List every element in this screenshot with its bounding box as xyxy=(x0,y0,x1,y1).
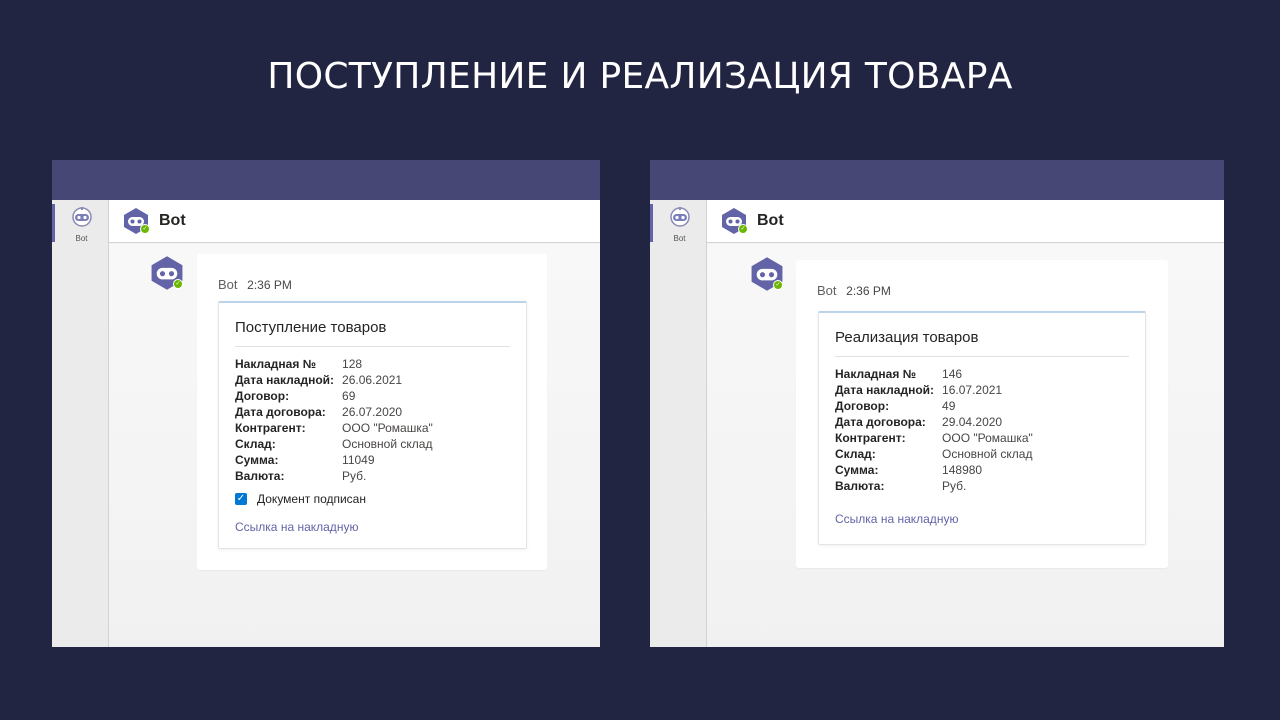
fact-value: 26.07.2020 xyxy=(342,405,403,419)
checkmark-icon[interactable]: ✓ xyxy=(235,493,247,505)
message-sender: Bot xyxy=(817,283,837,298)
fact-row: Договор: 49 xyxy=(835,398,1033,414)
signed-checkbox-row[interactable]: ✓ Документ подписан xyxy=(235,492,366,506)
fact-value: Руб. xyxy=(342,469,367,483)
chat-header: ✓ Bot xyxy=(109,200,600,243)
fact-row: Склад: Основной склад xyxy=(835,446,1033,462)
available-status-icon: ✓ xyxy=(140,224,150,234)
message-sender: Bot xyxy=(218,277,238,292)
fact-key: Сумма: xyxy=(835,463,879,477)
fact-value: Основной склад xyxy=(342,437,433,451)
fact-key: Склад: xyxy=(835,447,876,461)
fact-value: 146 xyxy=(942,367,963,381)
card-divider xyxy=(235,346,510,347)
rail-item-bot[interactable]: Bot xyxy=(653,206,706,243)
fact-key: Накладная № xyxy=(835,367,917,381)
fact-key: Контрагент: xyxy=(235,421,306,435)
card-divider xyxy=(835,356,1129,357)
message-avatar[interactable]: ✓ xyxy=(148,255,188,293)
app-rail: Bot xyxy=(52,200,109,647)
fact-row: Валюта: Руб. xyxy=(835,478,1033,494)
fact-set: Накладная № 128 Дата накладной: 26.06.2021… xyxy=(235,356,433,484)
fact-value: 128 xyxy=(342,357,363,371)
available-status-icon: ✓ xyxy=(773,280,783,290)
fact-value: 26.06.2021 xyxy=(342,373,403,387)
fact-key: Валюта: xyxy=(235,469,285,483)
invoice-link[interactable]: Ссылка на накладную xyxy=(835,512,958,526)
fact-key: Договор: xyxy=(835,399,890,413)
fact-row: Сумма: 148980 xyxy=(835,462,1033,478)
available-status-icon: ✓ xyxy=(738,224,748,234)
fact-row: Накладная № 128 xyxy=(235,356,433,372)
teams-top-bar xyxy=(650,160,1224,200)
available-status-icon: ✓ xyxy=(173,279,183,289)
teams-window-sales: Bot ✓ Bot ✓ Bot 2:36 PM Реализация товар… xyxy=(650,160,1224,647)
app-rail: Bot xyxy=(650,200,707,647)
message-time: 2:36 PM xyxy=(247,278,292,292)
rail-item-bot[interactable]: Bot xyxy=(55,206,108,243)
fact-row: Сумма: 11049 xyxy=(235,452,433,468)
bot-avatar[interactable]: ✓ xyxy=(720,207,750,237)
fact-row: Дата накладной: 16.07.2021 xyxy=(835,382,1033,398)
fact-value: Основной склад xyxy=(942,447,1033,461)
chat-body: ✓ Bot 2:36 PM Поступление товаров Наклад… xyxy=(109,244,600,647)
fact-value: ООО "Ромашка" xyxy=(942,431,1033,445)
fact-key: Валюта: xyxy=(835,479,885,493)
adaptive-card: Поступление товаров Накладная № 128 Дата … xyxy=(218,301,527,549)
fact-key: Дата накладной: xyxy=(835,383,935,397)
fact-key: Контрагент: xyxy=(835,431,906,445)
fact-key: Сумма: xyxy=(235,453,279,467)
message-time: 2:36 PM xyxy=(846,284,891,298)
fact-value: 16.07.2021 xyxy=(942,383,1003,397)
fact-row: Дата договора: 29.04.2020 xyxy=(835,414,1033,430)
message-header: Bot 2:36 PM xyxy=(817,283,891,298)
fact-row: Контрагент: ООО "Ромашка" xyxy=(235,420,433,436)
chat-header: ✓ Bot xyxy=(707,200,1224,243)
rail-item-label: Bot xyxy=(75,234,88,243)
bot-icon xyxy=(669,207,690,227)
fact-row: Накладная № 146 xyxy=(835,366,1033,382)
rail-item-label: Bot xyxy=(673,234,686,243)
fact-key: Накладная № xyxy=(235,357,317,371)
message-bubble: Bot 2:36 PM Поступление товаров Накладна… xyxy=(197,254,547,570)
bot-icon xyxy=(71,207,92,227)
teams-top-bar xyxy=(52,160,600,200)
slide-title: ПОСТУПЛЕНИЕ И РЕАЛИЗАЦИЯ ТОВАРА xyxy=(267,56,1013,97)
teams-window-receipt: Bot ✓ Bot ✓ Bot 2:36 PM Поступление това… xyxy=(52,160,600,647)
message-bubble: Bot 2:36 PM Реализация товаров Накладная… xyxy=(796,260,1168,568)
message-avatar[interactable]: ✓ xyxy=(748,256,788,294)
fact-row: Дата накладной: 26.06.2021 xyxy=(235,372,433,388)
chat-body: ✓ Bot 2:36 PM Реализация товаров Накладн… xyxy=(707,244,1224,647)
fact-value: 49 xyxy=(942,399,956,413)
fact-value: 69 xyxy=(342,389,356,403)
fact-key: Дата договора: xyxy=(835,415,926,429)
card-title: Поступление товаров xyxy=(235,319,387,336)
chat-title: Bot xyxy=(757,212,784,229)
adaptive-card: Реализация товаров Накладная № 146 Дата н… xyxy=(818,311,1146,545)
fact-set: Накладная № 146 Дата накладной: 16.07.2021… xyxy=(835,366,1033,494)
message-header: Bot 2:36 PM xyxy=(218,277,292,292)
fact-key: Договор: xyxy=(235,389,290,403)
fact-row: Валюта: Руб. xyxy=(235,468,433,484)
fact-key: Дата накладной: xyxy=(235,373,335,387)
fact-row: Договор: 69 xyxy=(235,388,433,404)
fact-value: Руб. xyxy=(942,479,967,493)
fact-row: Склад: Основной склад xyxy=(235,436,433,452)
card-title: Реализация товаров xyxy=(835,329,979,346)
fact-value: 29.04.2020 xyxy=(942,415,1003,429)
fact-value: 11049 xyxy=(342,453,375,467)
fact-key: Дата договора: xyxy=(235,405,326,419)
bot-avatar[interactable]: ✓ xyxy=(122,207,152,237)
fact-row: Контрагент: ООО "Ромашка" xyxy=(835,430,1033,446)
fact-row: Дата договора: 26.07.2020 xyxy=(235,404,433,420)
checkbox-label: Документ подписан xyxy=(257,492,366,506)
chat-title: Bot xyxy=(159,212,186,229)
fact-value: ООО "Ромашка" xyxy=(342,421,433,435)
invoice-link[interactable]: Ссылка на накладную xyxy=(235,520,358,534)
fact-key: Склад: xyxy=(235,437,276,451)
fact-value: 148980 xyxy=(942,463,983,477)
